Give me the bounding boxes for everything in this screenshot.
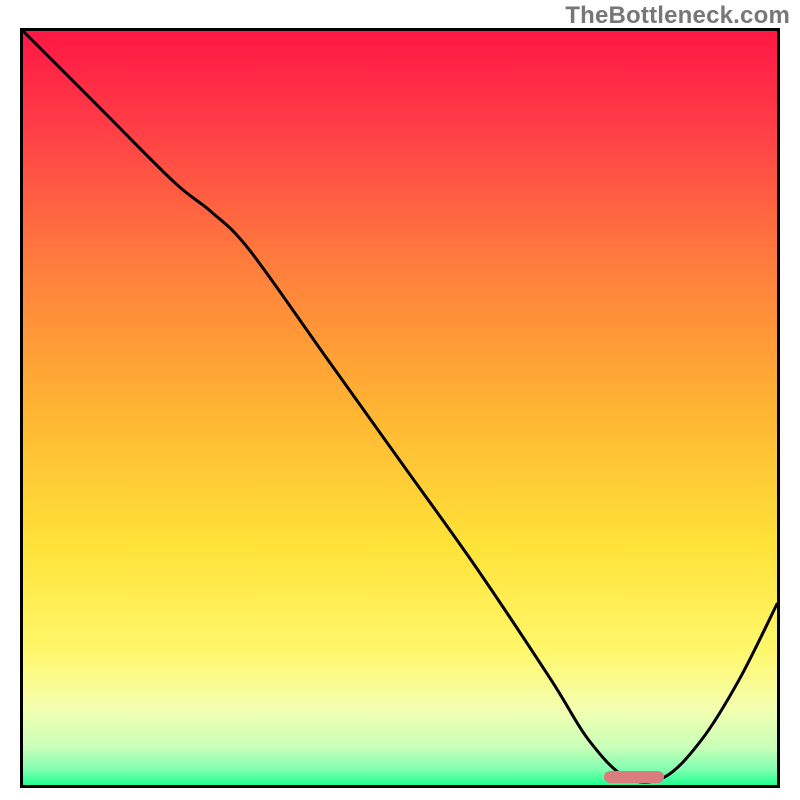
optimal-point-marker	[604, 771, 664, 783]
watermark-text: TheBottleneck.com	[565, 2, 790, 30]
plot-area	[20, 28, 780, 788]
chart-container: TheBottleneck.com	[0, 0, 800, 800]
bottleneck-curve	[23, 31, 777, 785]
